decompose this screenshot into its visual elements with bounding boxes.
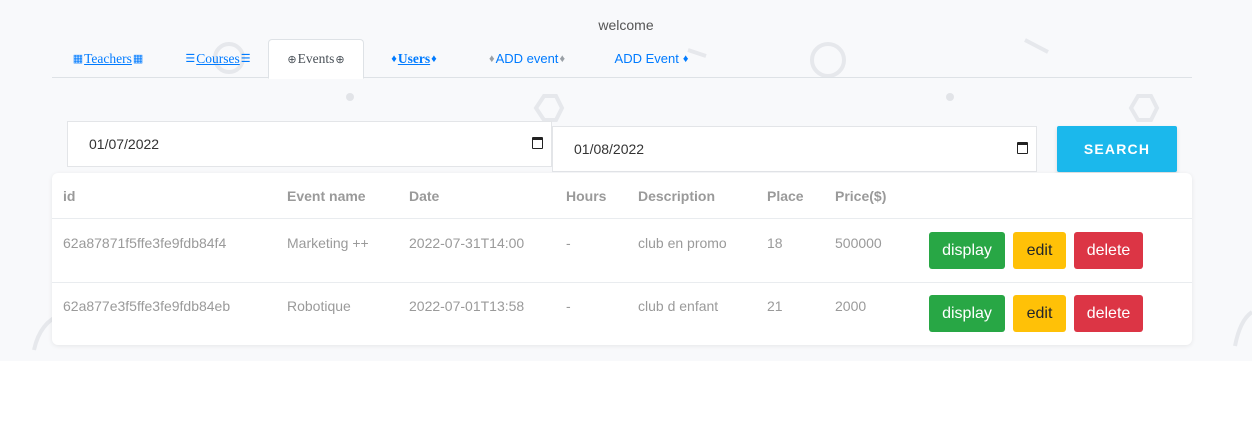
delete-button[interactable]: delete [1074,295,1143,332]
globe-icon: ⊕ [287,53,297,66]
cell-id: 62a877e3f5ffe3fe9fdb84eb [63,298,231,314]
cell-hours: - [566,298,571,314]
cell-id: 62a87871f5ffe3fe9fdb84f4 [63,235,227,251]
cell-description: club en promo [638,235,727,251]
row-divider [52,282,1192,283]
start-date-value: 01/07/2022 [89,136,160,152]
column-header-description: Description [638,188,716,204]
nav-tabs: ▦ Teachers ▦ ☰ Courses ☰ ⊕ Events ⊕ ♦ Users ♦ ♦ A… [52,39,1192,79]
diamond-icon: ♦ [391,52,397,65]
tab-teachers[interactable]: ▦ Teachers ▦ [52,39,164,78]
diamond-icon: ♦ [431,52,437,65]
start-date-input[interactable]: 01/07/2022 [67,121,552,167]
column-header-date: Date [409,188,440,204]
column-header-id: id [63,188,76,204]
tab-add-event[interactable]: ADD Event ♦ [604,39,700,78]
diamond-icon: ♦ [488,52,495,65]
tab-label: Users [397,50,431,66]
cell-date: 2022-07-01T13:58 [409,298,525,314]
page-background: welcome ▦ Teachers ▦ ☰ Courses ☰ ⊕ Events ⊕ ♦ U… [0,0,1252,361]
tab-add-event-admin[interactable]: ♦ ADD event ♦ [472,39,582,78]
diamond-icon: ♦ [682,52,689,65]
align-center-icon: ☰ [240,53,251,65]
events-table: id Event name Date Hours Description Pla… [52,173,1192,345]
table-icon: ▦ [72,53,84,65]
cell-description: club d enfant [638,298,719,314]
display-button[interactable]: display [929,232,1005,269]
cell-place: 18 [767,235,783,251]
column-header-event-name: Event name [287,188,366,204]
cell-date: 2022-07-31T14:00 [409,235,525,251]
cell-event-name: Robotique [287,298,351,314]
column-header-place: Place [767,188,804,204]
welcome-text: welcome [598,17,654,33]
tab-label: ADD event [495,51,559,66]
tab-label: ADD Event [614,51,679,66]
diamond-icon: ♦ [559,52,566,65]
cell-price: 500000 [835,235,882,251]
tab-users[interactable]: ♦ Users ♦ [374,39,454,78]
cell-event-name: Marketing ++ [287,235,369,251]
end-date-value: 01/08/2022 [574,141,645,157]
table-icon: ▦ [132,53,144,65]
search-button[interactable]: SEARCH [1057,126,1177,172]
edit-button[interactable]: edit [1013,232,1066,269]
tab-label: Courses [196,50,240,66]
tab-events[interactable]: ⊕ Events ⊕ [268,39,364,79]
calendar-icon[interactable] [1017,142,1028,154]
cell-hours: - [566,235,571,251]
column-header-hours: Hours [566,188,607,204]
align-center-icon: ☰ [185,53,196,65]
globe-icon: ⊕ [335,53,345,66]
tab-label: Events [297,51,335,66]
end-date-input[interactable]: 01/08/2022 [552,126,1037,172]
edit-button[interactable]: edit [1013,295,1066,332]
cell-price: 2000 [835,298,867,314]
delete-button[interactable]: delete [1074,232,1143,269]
cell-place: 21 [767,298,783,314]
tab-courses[interactable]: ☰ Courses ☰ [169,39,267,78]
tab-label: Teachers [84,50,132,66]
column-header-price: Price($) [835,188,887,204]
calendar-icon[interactable] [532,137,543,149]
display-button[interactable]: display [929,295,1005,332]
header-divider [52,218,1192,219]
